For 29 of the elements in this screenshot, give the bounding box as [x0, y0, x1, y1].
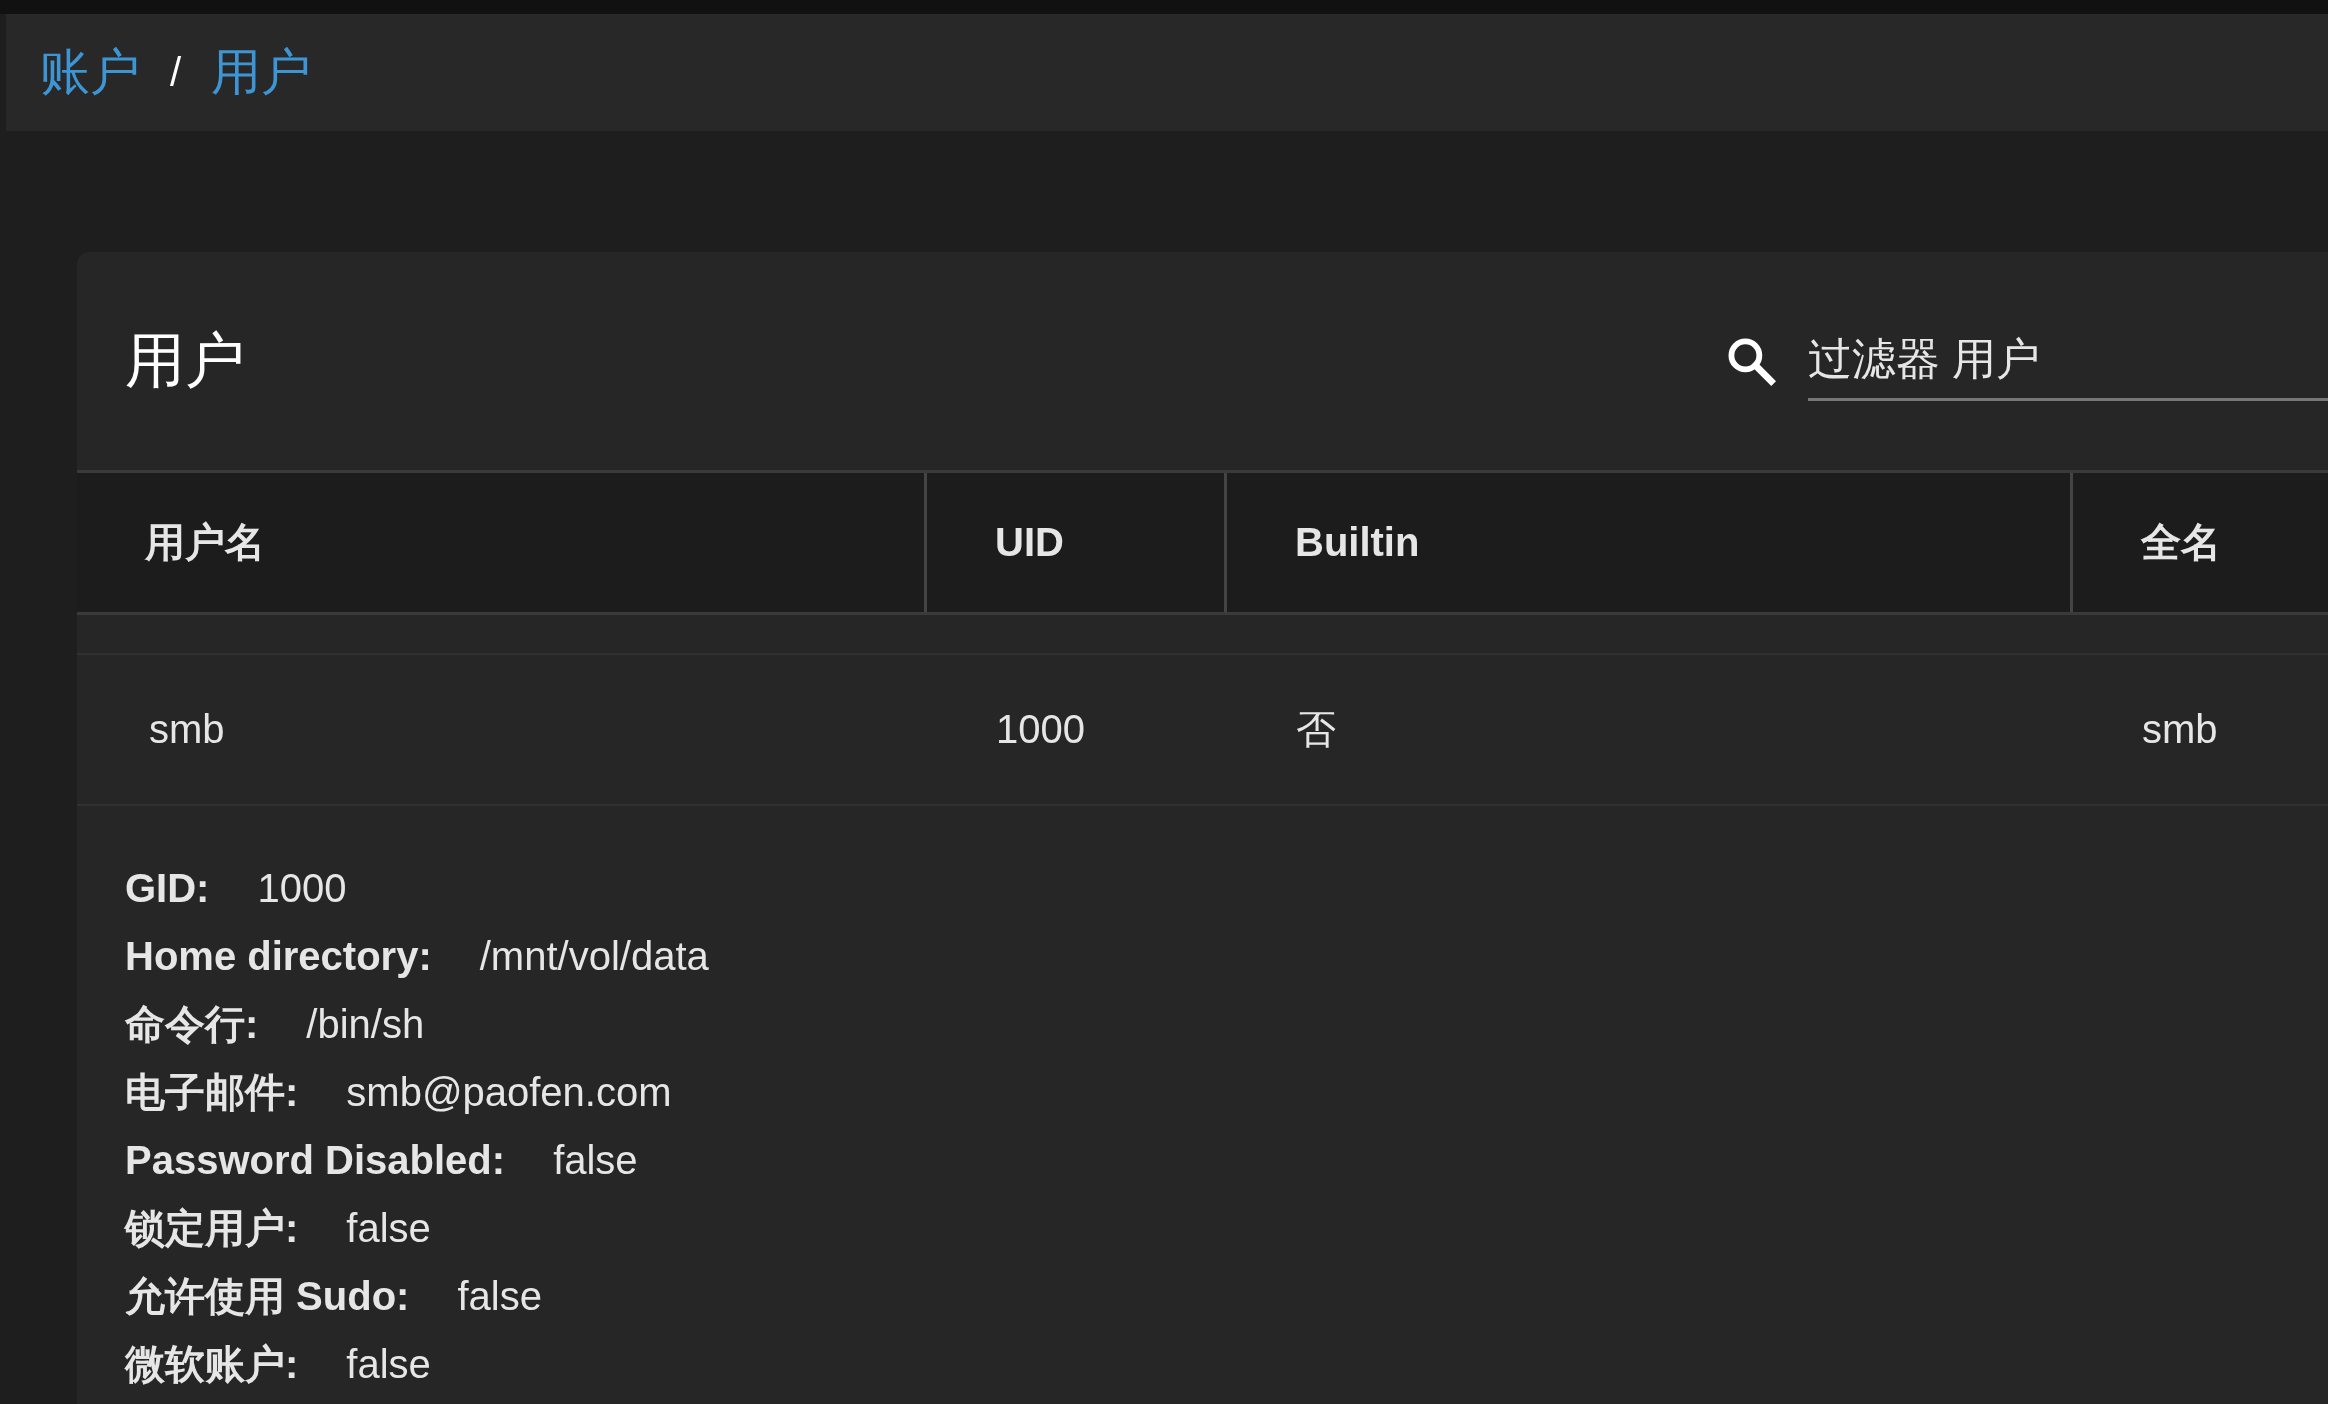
filter-field[interactable]: 过滤器 用户 — [1808, 321, 2328, 401]
detail-value: false — [346, 1341, 431, 1387]
detail-label: GID: — [125, 865, 210, 911]
table-cell-text: 1000 — [995, 706, 1086, 753]
detail-value: /bin/sh — [306, 1001, 425, 1047]
detail-label: Home directory: — [125, 933, 432, 979]
column-header[interactable]: 用户名 — [77, 473, 924, 612]
detail-label: 锁定用户: — [125, 1204, 299, 1252]
table-cell-text: 否 — [1295, 706, 1337, 753]
detail-value: false — [553, 1137, 638, 1183]
breadcrumb-link[interactable]: 用户 — [211, 39, 312, 106]
detail-value: smb@paofen.com — [346, 1069, 672, 1115]
table-cell-text: smb — [2141, 706, 2219, 753]
detail-label: 电子邮件: — [125, 1068, 299, 1116]
card-title: 用户 — [125, 325, 246, 396]
breadcrumb-separator: / — [170, 50, 182, 95]
detail-value: /mnt/vol/data — [479, 933, 709, 979]
detail-label: 微软账户: — [125, 1340, 299, 1388]
detail-value: 1000 — [257, 865, 347, 911]
breadcrumb-link[interactable]: 账户 — [40, 39, 140, 106]
table-cell-text: smb — [148, 706, 226, 753]
detail-label: Password Disabled: — [125, 1137, 506, 1183]
column-header[interactable]: UID — [924, 473, 1224, 612]
detail-value: false — [346, 1205, 431, 1251]
column-header[interactable]: 全名 — [2070, 473, 2328, 612]
detail-value: false — [457, 1273, 542, 1319]
detail-label: 命令行: — [125, 1000, 259, 1048]
detail-label: 允许使用 Sudo: — [125, 1272, 410, 1320]
column-header[interactable]: Builtin — [1224, 473, 2070, 612]
